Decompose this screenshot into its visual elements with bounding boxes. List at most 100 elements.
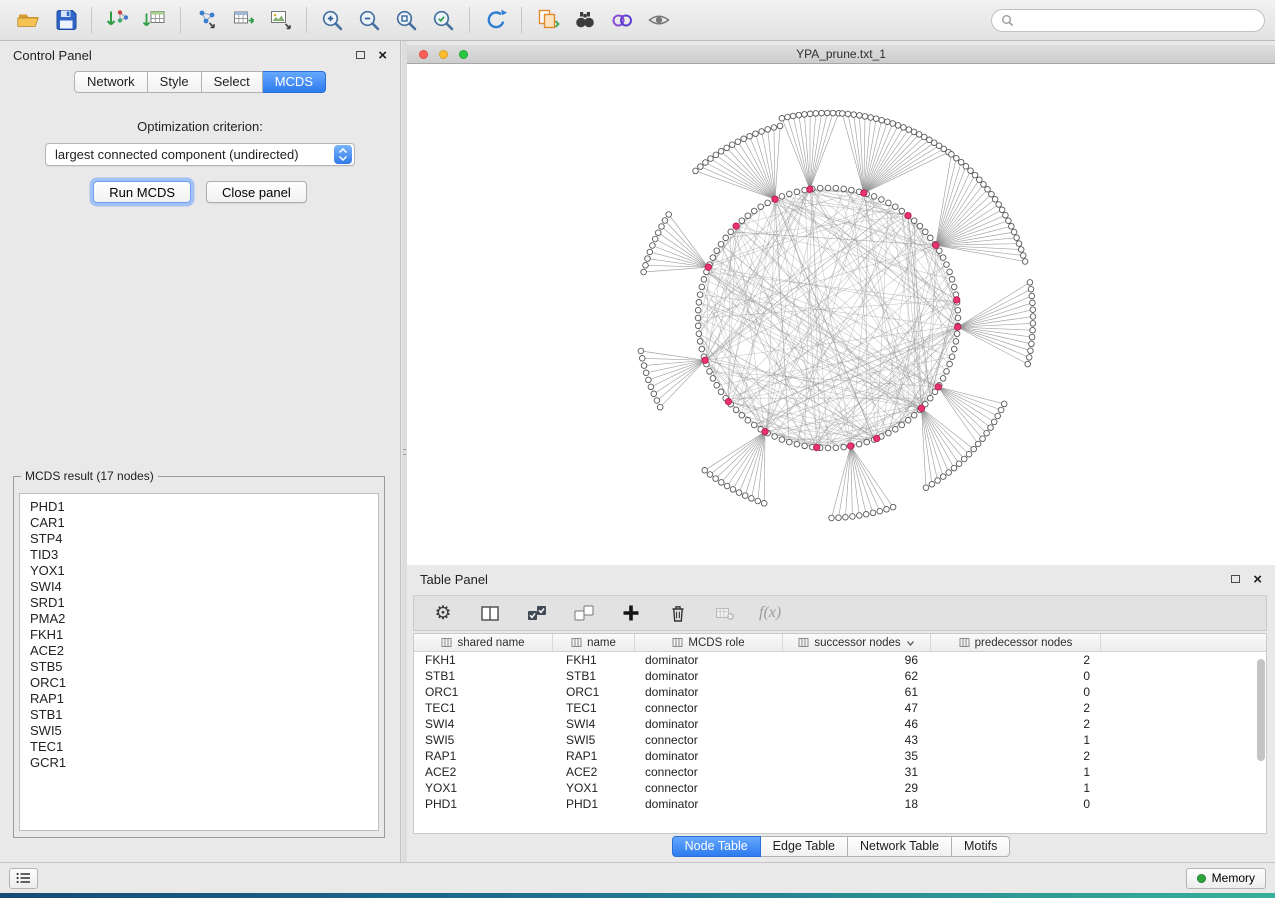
- network-leaf-node[interactable]: [719, 480, 725, 486]
- network-leaf-node[interactable]: [651, 391, 657, 397]
- network-node[interactable]: [710, 255, 716, 261]
- network-hub-node[interactable]: [733, 223, 739, 229]
- network-leaf-node[interactable]: [1006, 218, 1012, 224]
- network-node[interactable]: [944, 262, 950, 268]
- network-leaf-node[interactable]: [1020, 253, 1026, 259]
- zoom-out-button[interactable]: [351, 4, 388, 36]
- network-leaf-node[interactable]: [662, 218, 668, 224]
- network-leaf-node[interactable]: [850, 514, 856, 520]
- network-leaf-node[interactable]: [650, 243, 656, 249]
- network-node[interactable]: [697, 339, 703, 345]
- network-leaf-node[interactable]: [659, 224, 665, 230]
- import-network-button[interactable]: [99, 4, 136, 36]
- network-node[interactable]: [707, 369, 713, 375]
- network-leaf-node[interactable]: [1026, 355, 1032, 361]
- network-node[interactable]: [944, 369, 950, 375]
- network-leaf-node[interactable]: [890, 504, 896, 510]
- network-hub-node[interactable]: [847, 443, 853, 449]
- float-table-panel-icon[interactable]: [1231, 575, 1240, 583]
- network-hub-node[interactable]: [705, 264, 711, 270]
- close-panel-icon[interactable]: ×: [378, 48, 387, 63]
- network-leaf-node[interactable]: [843, 514, 849, 520]
- table-row[interactable]: SWI4SWI4dominator462: [414, 716, 1266, 732]
- network-leaf-node[interactable]: [652, 236, 658, 242]
- mcds-node-item[interactable]: TEC1: [30, 739, 368, 755]
- column-header-shared-name[interactable]: shared name: [414, 634, 553, 651]
- mcds-node-item[interactable]: GCR1: [30, 755, 368, 771]
- network-leaf-node[interactable]: [1009, 224, 1015, 230]
- network-canvas[interactable]: [407, 64, 1275, 565]
- table-row[interactable]: RAP1RAP1dominator352: [414, 748, 1266, 764]
- network-leaf-node[interactable]: [640, 356, 646, 362]
- column-header-predecessor-nodes[interactable]: predecessor nodes: [931, 634, 1101, 651]
- network-node[interactable]: [701, 277, 707, 283]
- mcds-node-item[interactable]: CAR1: [30, 515, 368, 531]
- network-leaf-node[interactable]: [977, 177, 983, 183]
- network-leaf-node[interactable]: [749, 496, 755, 502]
- network-leaf-node[interactable]: [989, 191, 995, 197]
- maximize-window-icon[interactable]: [459, 50, 468, 59]
- network-leaf-node[interactable]: [862, 114, 868, 120]
- mcds-node-item[interactable]: SWI4: [30, 579, 368, 595]
- network-leaf-node[interactable]: [1029, 293, 1035, 299]
- network-node[interactable]: [699, 346, 705, 352]
- float-panel-icon[interactable]: [356, 51, 365, 59]
- network-leaf-node[interactable]: [707, 472, 713, 478]
- tab-select[interactable]: Select: [202, 71, 263, 93]
- network-hub-node[interactable]: [935, 384, 941, 390]
- network-node[interactable]: [714, 248, 720, 254]
- network-leaf-node[interactable]: [845, 111, 851, 117]
- network-leaf-node[interactable]: [736, 490, 742, 496]
- network-leaf-node[interactable]: [966, 451, 972, 457]
- network-node[interactable]: [787, 191, 793, 197]
- mcds-node-item[interactable]: PHD1: [30, 499, 368, 515]
- network-leaf-node[interactable]: [895, 123, 901, 129]
- network-node[interactable]: [841, 444, 847, 450]
- add-column-button[interactable]: [618, 600, 644, 626]
- network-hub-node[interactable]: [725, 398, 731, 404]
- network-node[interactable]: [718, 389, 724, 395]
- network-node[interactable]: [695, 323, 701, 329]
- network-leaf-node[interactable]: [1025, 361, 1031, 367]
- network-leaf-node[interactable]: [759, 129, 765, 135]
- network-leaf-node[interactable]: [954, 155, 960, 161]
- network-node[interactable]: [765, 200, 771, 206]
- network-leaf-node[interactable]: [999, 207, 1005, 213]
- network-leaf-node[interactable]: [785, 114, 791, 120]
- network-leaf-node[interactable]: [638, 348, 644, 354]
- network-leaf-node[interactable]: [830, 110, 836, 116]
- network-leaf-node[interactable]: [873, 116, 879, 122]
- network-leaf-node[interactable]: [884, 507, 890, 513]
- network-node[interactable]: [739, 218, 745, 224]
- network-node[interactable]: [825, 445, 831, 451]
- mcds-node-item[interactable]: TID3: [30, 547, 368, 563]
- network-leaf-node[interactable]: [885, 119, 891, 125]
- network-node[interactable]: [940, 376, 946, 382]
- network-node[interactable]: [893, 204, 899, 210]
- network-leaf-node[interactable]: [1014, 235, 1020, 241]
- network-leaf-node[interactable]: [648, 384, 654, 390]
- network-node[interactable]: [794, 189, 800, 195]
- table-row[interactable]: FKH1FKH1dominator962: [414, 652, 1266, 668]
- open-file-button[interactable]: [10, 4, 47, 36]
- network-node[interactable]: [794, 441, 800, 447]
- network-node[interactable]: [696, 331, 702, 337]
- network-leaf-node[interactable]: [777, 123, 783, 129]
- network-leaf-node[interactable]: [998, 407, 1004, 413]
- network-node[interactable]: [817, 185, 823, 191]
- network-leaf-node[interactable]: [890, 121, 896, 127]
- show-panels-button[interactable]: [9, 868, 38, 889]
- network-node[interactable]: [849, 187, 855, 193]
- network-leaf-node[interactable]: [868, 115, 874, 121]
- network-leaf-node[interactable]: [911, 129, 917, 135]
- network-leaf-node[interactable]: [1028, 286, 1034, 292]
- network-leaf-node[interactable]: [655, 230, 661, 236]
- export-table-button[interactable]: [225, 4, 262, 36]
- network-leaf-node[interactable]: [742, 493, 748, 499]
- network-leaf-node[interactable]: [698, 164, 704, 170]
- network-node[interactable]: [787, 439, 793, 445]
- network-leaf-node[interactable]: [790, 113, 796, 119]
- table-row[interactable]: STB1STB1dominator620: [414, 668, 1266, 684]
- mcds-node-item[interactable]: SRD1: [30, 595, 368, 611]
- network-leaf-node[interactable]: [755, 498, 761, 504]
